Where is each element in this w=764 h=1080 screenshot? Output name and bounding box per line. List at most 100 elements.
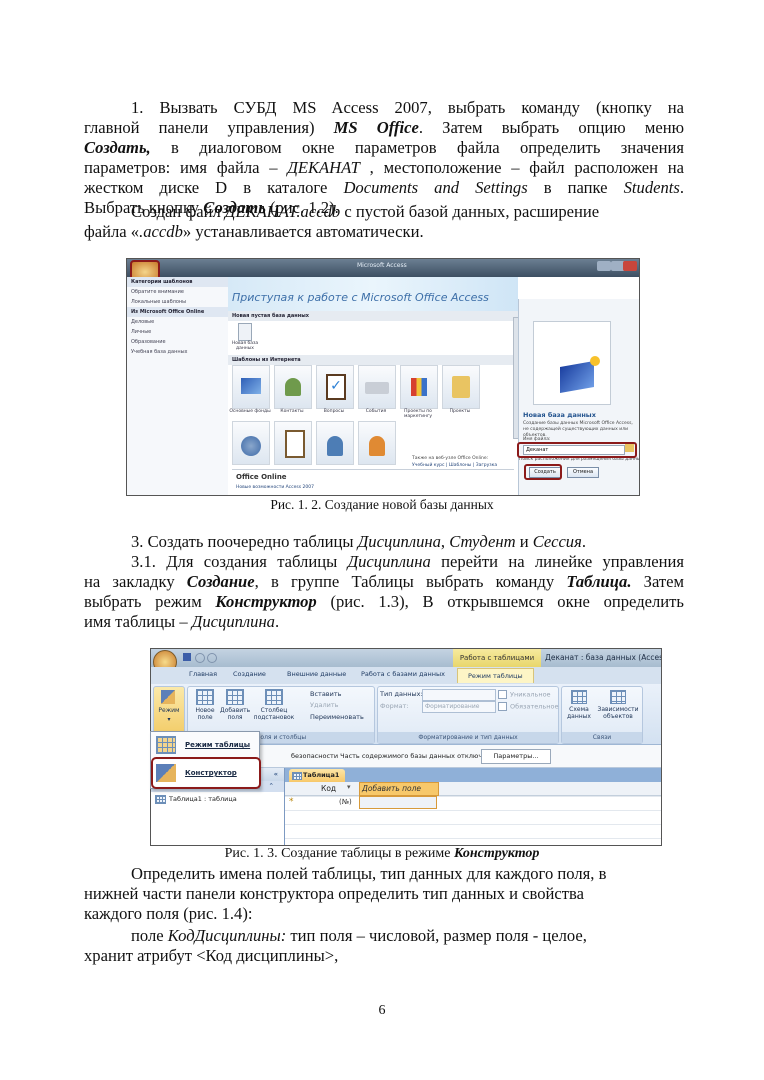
cancel-button[interactable]: Отмена (567, 467, 599, 478)
italic-term: Студент (449, 532, 516, 551)
template-tile[interactable] (232, 365, 270, 409)
undo-icon[interactable] (195, 653, 205, 663)
template-tile[interactable] (274, 365, 312, 409)
category-item[interactable]: Личные (127, 327, 228, 337)
template-tile[interactable] (442, 365, 480, 409)
category-item[interactable]: Деловые (127, 317, 228, 327)
template-tile[interactable] (358, 365, 396, 409)
tab-database-tools[interactable]: Работа с базами данных (361, 670, 445, 678)
emphasis: Создать, (84, 138, 151, 157)
dependencies-button[interactable]: Зависимости объектов (596, 690, 640, 720)
pie-icon (241, 436, 261, 456)
column-header-id[interactable]: Код (321, 784, 336, 793)
paragraph-4: 3.1. Для создания таблицы Дисциплина пер… (84, 552, 684, 632)
dropdown-arrow-icon[interactable]: ▾ (347, 783, 351, 791)
window-title: Microsoft Access (357, 262, 407, 269)
template-label: Контакты (280, 409, 304, 414)
person-icon (369, 436, 385, 456)
italic-term: Сессия (532, 532, 582, 551)
delete-button[interactable]: Удалить (310, 701, 338, 709)
minimize-button[interactable] (597, 261, 611, 271)
group-relationships: Схема данных Зависимости объектов Связи (561, 686, 643, 744)
category-item[interactable]: Учебная база данных (127, 347, 228, 357)
template-tile[interactable] (358, 421, 396, 465)
nav-item-label: Таблица1 : таблица (169, 795, 237, 803)
template-tile[interactable] (274, 421, 312, 465)
data-type-select[interactable] (422, 689, 496, 701)
relationships-button[interactable]: Схема данных (564, 690, 594, 720)
computer-icon (241, 378, 261, 394)
italic-term: ДЕКАНАТ.accdb (224, 202, 341, 221)
text-line: главной панели управления) MS Office. За… (84, 118, 684, 137)
tab-home[interactable]: Главная (189, 670, 217, 678)
rename-button[interactable]: Переименовать (310, 713, 364, 721)
format-label: Формат: (380, 702, 409, 710)
paragraph-6: поле КодДисциплины: тип поля – числовой,… (84, 926, 684, 966)
table-icon (155, 795, 166, 804)
template-tile[interactable] (400, 365, 438, 409)
options-button[interactable]: Параметры... (481, 749, 551, 764)
autonumber-cell[interactable]: (№) (339, 798, 352, 806)
online-links[interactable]: Учебный курс | Шаблоны | Загрузка (412, 463, 497, 468)
template-tile[interactable] (232, 421, 270, 465)
lookup-icon (265, 689, 283, 705)
checkmark-icon: ✓ (326, 374, 346, 400)
new-db-title: Новая база данных (523, 411, 596, 419)
category-item[interactable]: Локальные шаблоны (127, 297, 228, 307)
paragraph-3: 3. Создать поочередно таблицы Дисциплина… (84, 532, 684, 552)
ribbon-tabs: Главная Создание Внешние данные Работа с… (151, 667, 661, 684)
mode-label: Режим (158, 707, 180, 714)
text-line: на закладку Создание, в группе Таблицы в… (84, 572, 685, 591)
column-header-add-field[interactable]: Добавить поле (359, 782, 439, 796)
tab-create[interactable]: Создание (233, 670, 266, 678)
tab-datasheet[interactable]: Режим таблицы (457, 668, 534, 683)
text-line: нижней части панели конструктора определ… (84, 884, 584, 903)
dependencies-icon (610, 690, 626, 704)
template-tile[interactable]: ✓ (316, 365, 354, 409)
news-link[interactable]: Новые возможности Access 2007 (236, 485, 314, 490)
new-db-preview (533, 321, 611, 405)
template-label: Проекты по маркетингу (403, 409, 432, 419)
category-item[interactable]: Обратите внимание (127, 287, 228, 297)
close-button[interactable] (623, 261, 637, 271)
blank-db-label: Новая база данных (231, 341, 259, 351)
redo-icon[interactable] (207, 653, 217, 663)
document-tab-label: Таблица1 (303, 771, 340, 779)
monitor-icon (560, 361, 594, 393)
template-tile[interactable] (316, 421, 354, 465)
document-tab[interactable]: Таблица1 (289, 769, 345, 782)
caption-fig-1-2: Рис. 1. 2. Создание новой базы данных (270, 497, 494, 512)
text-line: каждого поля (рис. 1.4): (84, 904, 253, 923)
office-online-logo[interactable]: Office Online (236, 473, 287, 481)
add-fields-label: Добавить поля (220, 707, 251, 721)
new-record-row[interactable]: * (№) (285, 796, 661, 809)
text-line: 1. Вызвать СУБД MS Access 2007, выбрать … (131, 98, 684, 117)
clipboard-icon (285, 430, 305, 458)
nav-item-table1[interactable]: Таблица1 : таблица (151, 792, 284, 806)
add-fields-button[interactable]: Добавить поля (220, 689, 250, 721)
add-field-cell[interactable] (359, 796, 437, 809)
column-header-row: Код ▾ Добавить поле (285, 782, 661, 796)
lookup-column-button[interactable]: Столбец подстановок (252, 689, 296, 721)
chart-icon (411, 378, 427, 396)
text-line: 3. Создать поочередно таблицы Дисциплина… (131, 532, 586, 551)
category-item[interactable]: Образование (127, 337, 228, 347)
blank-db-icon[interactable] (238, 323, 252, 341)
unique-label: Уникальное (510, 690, 551, 699)
chevron-up-icon[interactable]: ⌃ (269, 781, 274, 792)
collapse-icon[interactable]: « (274, 768, 278, 781)
new-field-button[interactable]: Новое поле (192, 689, 218, 721)
text-line: выбрать режим Конструктор (рис. 1.3), В … (84, 592, 684, 611)
template-label: Вопросы (323, 409, 345, 414)
insert-button[interactable]: Вставить (310, 690, 341, 698)
menu-item-datasheet-view[interactable]: Режим таблицы (151, 732, 259, 758)
save-icon[interactable] (183, 653, 191, 661)
text-line: 3.1. Для создания таблицы Дисциплина пер… (131, 552, 684, 571)
unique-checkbox[interactable]: Уникальное (498, 690, 551, 699)
required-checkbox[interactable]: Обязательное (498, 702, 558, 711)
design-view-highlight (151, 757, 261, 789)
text-line: жестком диске D в каталоге Documents and… (84, 178, 684, 197)
format-select[interactable]: Форматирование (422, 701, 496, 713)
tab-external-data[interactable]: Внешние данные (287, 670, 346, 678)
dependencies-label: Зависимости объектов (597, 706, 639, 720)
